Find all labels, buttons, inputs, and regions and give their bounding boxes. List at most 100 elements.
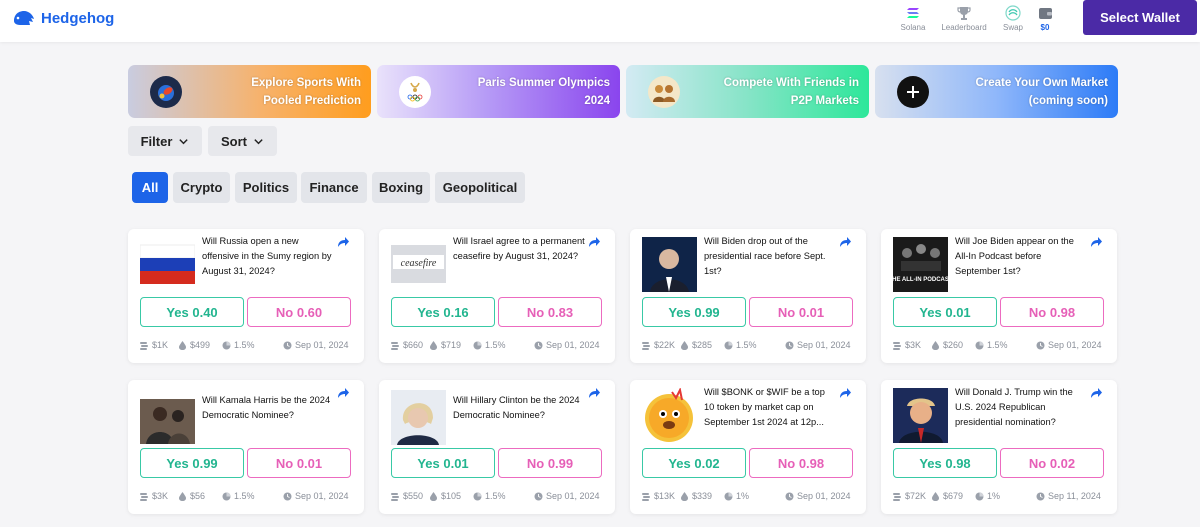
market-question[interactable]: Will Russia open a new offensive in the … bbox=[202, 234, 334, 279]
clock-icon bbox=[534, 341, 543, 349]
share-icon[interactable] bbox=[587, 235, 601, 249]
market-question[interactable]: Will Kamala Harris be the 2024 Democrati… bbox=[202, 393, 334, 423]
clock-icon bbox=[1036, 341, 1045, 349]
liquidity-stat: $260 bbox=[931, 340, 963, 350]
category-tab-politics[interactable]: Politics bbox=[235, 172, 297, 203]
share-icon[interactable] bbox=[1089, 235, 1103, 249]
market-stats: $72K $679 1% Sep 11, 2024 bbox=[893, 491, 1107, 503]
date-stat: Sep 01, 2024 bbox=[534, 491, 600, 501]
market-card[interactable]: Will $BONK or $WIF be a top 10 token by … bbox=[630, 380, 866, 514]
nav-solana-label: Solana bbox=[900, 23, 926, 32]
category-tab-finance[interactable]: Finance bbox=[301, 172, 367, 203]
no-button[interactable]: No 0.60 bbox=[247, 297, 351, 327]
fee-value: 1% bbox=[987, 491, 1001, 501]
liquidity-value: $260 bbox=[943, 340, 964, 350]
nav-solana[interactable]: Solana bbox=[893, 5, 933, 32]
date-value: Sep 11, 2024 bbox=[1048, 491, 1101, 501]
no-button[interactable]: No 0.98 bbox=[749, 448, 853, 478]
sort-dropdown[interactable]: Sort bbox=[208, 126, 277, 156]
fee-stat: 1% bbox=[724, 491, 749, 501]
date-stat: Sep 11, 2024 bbox=[1036, 491, 1101, 501]
category-tab-crypto[interactable]: Crypto bbox=[173, 172, 230, 203]
select-wallet-button[interactable]: Select Wallet bbox=[1083, 0, 1197, 35]
banner-sports[interactable]: Explore Sports With Pooled Prediction bbox=[128, 65, 371, 118]
liquidity-stat: $719 bbox=[429, 340, 461, 350]
market-question[interactable]: Will Biden drop out of the presidential … bbox=[704, 234, 836, 279]
volume-value: $22K bbox=[654, 340, 676, 350]
nav-leaderboard-label: Leaderboard bbox=[941, 23, 987, 32]
nav-wallet-balance[interactable]: $0 bbox=[1025, 5, 1065, 32]
hedgehog-icon bbox=[14, 11, 34, 25]
chevron-down-icon bbox=[179, 138, 189, 144]
date-value: Sep 01, 2024 bbox=[546, 340, 600, 350]
no-button[interactable]: No 0.83 bbox=[498, 297, 602, 327]
market-card[interactable]: Will Kamala Harris be the 2024 Democrati… bbox=[128, 380, 364, 514]
yes-button[interactable]: Yes 0.40 bbox=[140, 297, 244, 327]
market-card[interactable]: Will Russia open a new offensive in the … bbox=[128, 229, 364, 363]
banner-olympics-line2: 2024 bbox=[584, 94, 610, 107]
no-button[interactable]: No 0.99 bbox=[498, 448, 602, 478]
no-button[interactable]: No 0.98 bbox=[1000, 297, 1104, 327]
liquidity-value: $105 bbox=[441, 491, 462, 501]
category-tab-geopolitical[interactable]: Geopolitical bbox=[435, 172, 525, 203]
wallet-icon bbox=[1037, 5, 1053, 21]
market-card[interactable]: Will Donald J. Trump win the U.S. 2024 R… bbox=[881, 380, 1117, 514]
banner-olympics[interactable]: Paris Summer Olympics 2024 bbox=[377, 65, 620, 118]
date-value: Sep 01, 2024 bbox=[1048, 340, 1102, 350]
banner-sports-line1: Explore Sports With bbox=[251, 76, 361, 89]
share-icon[interactable] bbox=[838, 235, 852, 249]
volume-stat: $72K bbox=[893, 491, 926, 501]
market-card[interactable]: Will Biden drop out of the presidential … bbox=[630, 229, 866, 363]
banner-create-line1: Create Your Own Market bbox=[975, 76, 1108, 89]
volume-value: $1K bbox=[152, 340, 169, 350]
share-icon[interactable] bbox=[838, 386, 852, 400]
yes-button[interactable]: Yes 0.02 bbox=[642, 448, 746, 478]
yes-button[interactable]: Yes 0.98 bbox=[893, 448, 997, 478]
share-icon[interactable] bbox=[336, 386, 350, 400]
share-icon[interactable] bbox=[336, 235, 350, 249]
yes-button[interactable]: Yes 0.99 bbox=[642, 297, 746, 327]
no-button[interactable]: No 0.02 bbox=[1000, 448, 1104, 478]
yes-button[interactable]: Yes 0.01 bbox=[893, 297, 997, 327]
banner-create-market[interactable]: Create Your Own Market (coming soon) bbox=[875, 65, 1118, 118]
fee-stat: 1.5% bbox=[222, 491, 255, 501]
yes-button[interactable]: Yes 0.16 bbox=[391, 297, 495, 327]
pie-chart-icon bbox=[473, 492, 482, 500]
market-question[interactable]: Will $BONK or $WIF be a top 10 token by … bbox=[704, 385, 836, 430]
volume-stat: $550 bbox=[391, 491, 423, 501]
drop-icon bbox=[430, 491, 437, 501]
volume-stat: $13K bbox=[642, 491, 675, 501]
coins-icon bbox=[140, 492, 148, 501]
pie-chart-icon bbox=[724, 341, 733, 349]
top-bar: Hedgehog Solana Leaderboard Swap $0 Sele… bbox=[0, 0, 1200, 42]
yes-button[interactable]: Yes 0.01 bbox=[391, 448, 495, 478]
category-tab-all[interactable]: All bbox=[132, 172, 168, 203]
fee-stat: 1.5% bbox=[222, 340, 255, 350]
share-icon[interactable] bbox=[587, 386, 601, 400]
market-question[interactable]: Will Israel agree to a permanent ceasefi… bbox=[453, 234, 585, 264]
coins-icon bbox=[391, 492, 399, 501]
market-question[interactable]: Will Joe Biden appear on the All-In Podc… bbox=[955, 234, 1087, 279]
drop-icon bbox=[430, 340, 437, 350]
clock-icon bbox=[283, 492, 292, 500]
pie-chart-icon bbox=[222, 492, 231, 500]
share-icon[interactable] bbox=[1089, 386, 1103, 400]
liquidity-stat: $339 bbox=[680, 491, 712, 501]
fee-stat: 1.5% bbox=[473, 340, 506, 350]
category-tab-boxing[interactable]: Boxing bbox=[372, 172, 430, 203]
yes-button[interactable]: Yes 0.99 bbox=[140, 448, 244, 478]
market-question[interactable]: Will Donald J. Trump win the U.S. 2024 R… bbox=[955, 385, 1087, 430]
no-button[interactable]: No 0.01 bbox=[749, 297, 853, 327]
market-card[interactable]: THE ALL-IN PODCAST Will Joe Biden appear… bbox=[881, 229, 1117, 363]
fee-stat: 1.5% bbox=[473, 491, 506, 501]
market-card[interactable]: Will Hillary Clinton be the 2024 Democra… bbox=[379, 380, 615, 514]
russia-flag-image bbox=[140, 237, 195, 292]
nav-leaderboard[interactable]: Leaderboard bbox=[941, 5, 987, 32]
date-value: Sep 01, 2024 bbox=[797, 340, 851, 350]
market-question[interactable]: Will Hillary Clinton be the 2024 Democra… bbox=[453, 393, 585, 423]
brand-logo[interactable]: Hedgehog bbox=[12, 8, 114, 28]
market-card[interactable]: ceasefire Will Israel agree to a permane… bbox=[379, 229, 615, 363]
no-button[interactable]: No 0.01 bbox=[247, 448, 351, 478]
banner-p2p[interactable]: Compete With Friends in P2P Markets bbox=[626, 65, 869, 118]
filter-dropdown[interactable]: Filter bbox=[128, 126, 202, 156]
